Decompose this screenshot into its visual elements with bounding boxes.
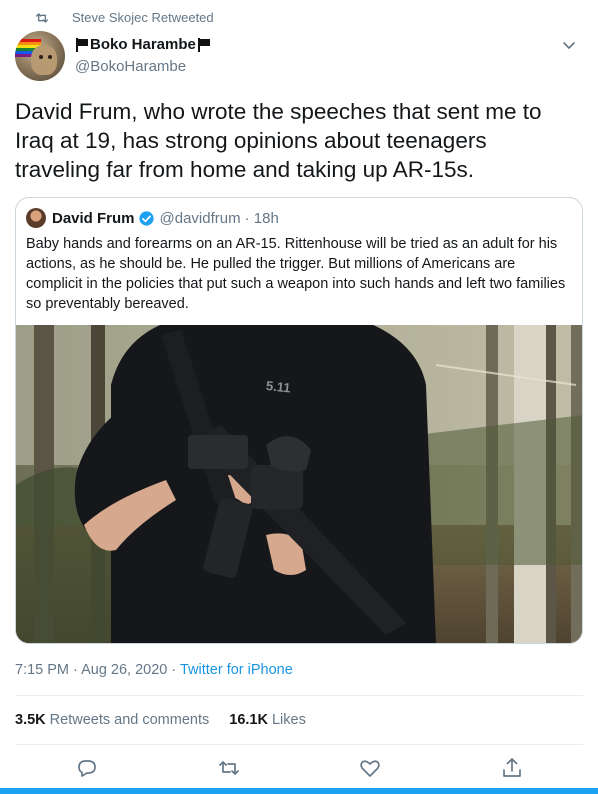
retweet-icon: [36, 13, 48, 23]
bottom-accent-bar: [0, 788, 598, 794]
retweets-label: Retweets and comments: [49, 712, 210, 728]
divider: [15, 695, 583, 696]
tweet-actions: [0, 756, 598, 786]
divider: [15, 744, 583, 745]
retweet-context[interactable]: Steve Skojec Retweeted: [36, 10, 214, 25]
retweets-count: 3.5K: [15, 712, 46, 728]
tweet-meta: 7:15 PM · Aug 26, 2020 · Twitter for iPh…: [15, 662, 293, 678]
quoted-tweet-photo[interactable]: 5.11: [16, 325, 582, 643]
author-name-row[interactable]: Boko Harambe: [75, 36, 211, 53]
black-flag-icon: [75, 37, 89, 52]
tweet-text: David Frum, who wrote the speeches that …: [15, 99, 542, 182]
author-avatar[interactable]: [15, 31, 65, 81]
tweet-source[interactable]: Twitter for iPhone: [180, 662, 293, 678]
retweets-stat[interactable]: 3.5K Retweets and comments: [15, 712, 209, 728]
quoted-author-handle: @davidfrum: [159, 209, 241, 227]
verified-badge-icon: [138, 210, 154, 226]
author-name: Boko Harambe: [90, 36, 196, 53]
photo-illustration: 5.11: [16, 325, 582, 643]
quoted-author-avatar: [26, 208, 46, 228]
likes-label: Likes: [271, 712, 306, 728]
share-icon[interactable]: [500, 756, 524, 780]
quoted-tweet-text: Baby hands and forearms on an AR-15. Rit…: [26, 236, 566, 312]
quoted-author-name: David Frum: [52, 209, 135, 227]
chevron-down-icon[interactable]: [561, 37, 577, 53]
quoted-tweet[interactable]: David Frum @davidfrum · 18h Baby hands a…: [15, 197, 583, 644]
like-icon[interactable]: [358, 756, 382, 780]
reply-icon[interactable]: [75, 756, 99, 780]
retweet-action-icon[interactable]: [217, 756, 241, 780]
quoted-tweet-header: David Frum @davidfrum · 18h: [26, 208, 279, 228]
quoted-tweet-time: · 18h: [244, 209, 279, 227]
shirt-logo-text: 5.11: [265, 378, 291, 395]
tweet-author: Boko Harambe @BokoHarambe: [15, 31, 583, 83]
likes-count: 16.1K: [229, 712, 268, 728]
tweet-timestamp[interactable]: 7:15 PM · Aug 26, 2020 ·: [15, 662, 180, 678]
tweet-stats: 3.5K Retweets and comments 16.1K Likes: [15, 712, 306, 728]
author-handle[interactable]: @BokoHarambe: [75, 58, 186, 75]
black-flag-icon: [197, 37, 211, 52]
retweet-context-label: Steve Skojec Retweeted: [72, 10, 214, 25]
likes-stat[interactable]: 16.1K Likes: [229, 712, 306, 728]
